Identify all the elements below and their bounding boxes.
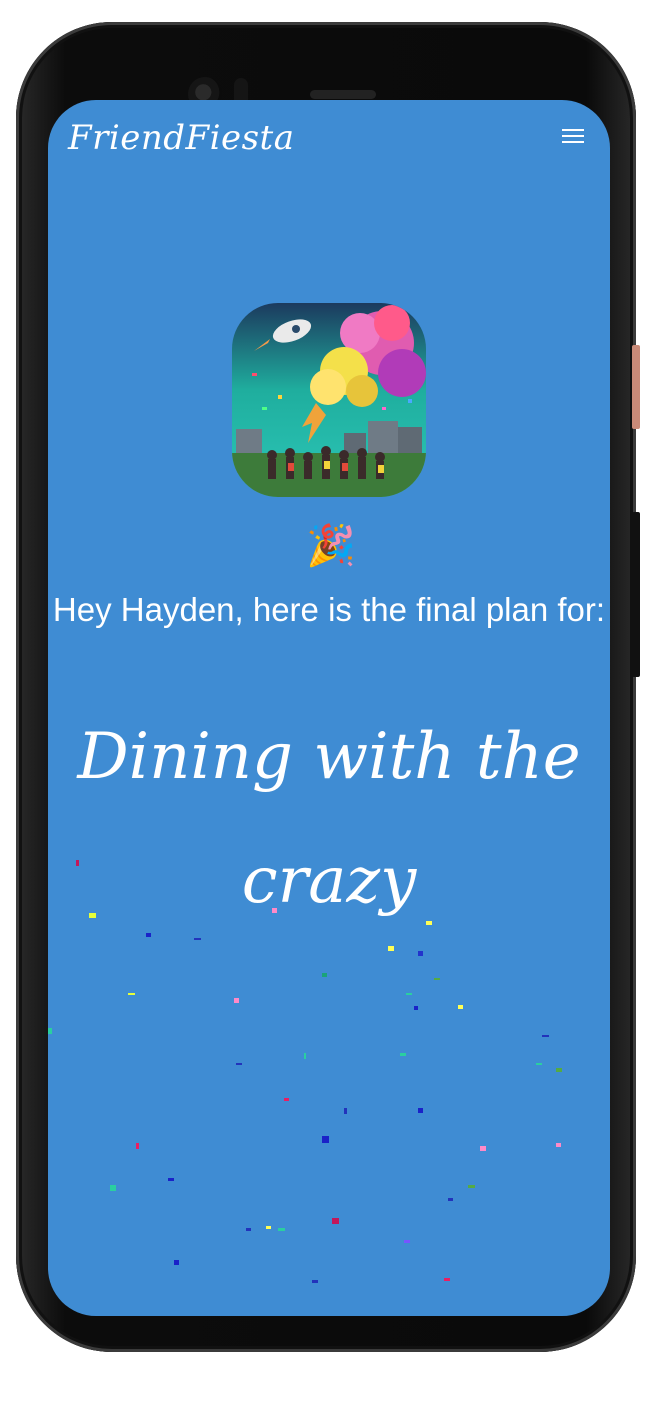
event-title: Dining with the crazy — [77, 720, 581, 918]
party-popper-icon: 🎉 — [306, 523, 356, 569]
hero-image — [232, 303, 426, 497]
brand-logo[interactable]: FriendFiesta — [68, 118, 294, 158]
greeting-text: Hey Hayden, here is the final plan for: — [52, 591, 606, 628]
power-button — [632, 345, 640, 429]
app-screen: FriendFiesta 🎉 Hey Hayden, here is the f… — [48, 100, 610, 1316]
volume-button — [632, 512, 640, 677]
earpiece-speaker — [310, 90, 376, 99]
hamburger-menu-icon[interactable] — [562, 127, 584, 145]
